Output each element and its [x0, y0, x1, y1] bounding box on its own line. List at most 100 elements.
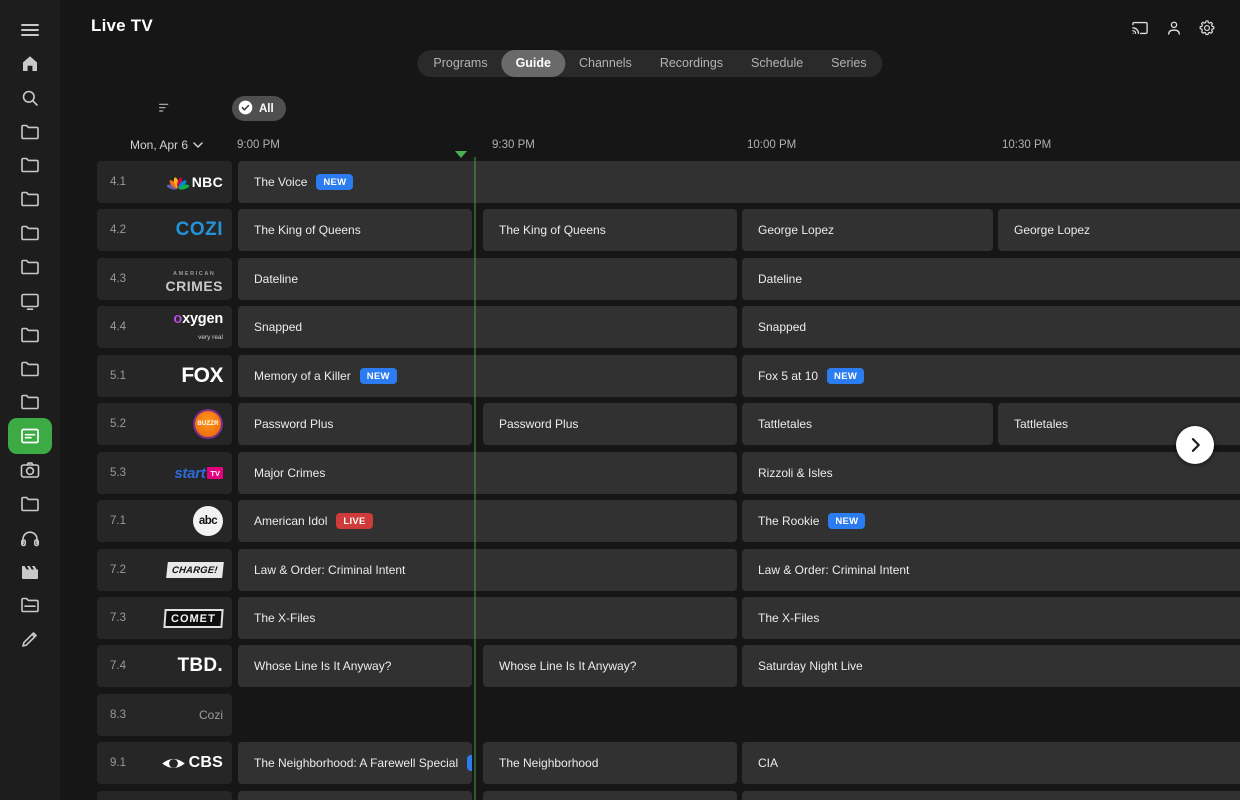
program-cell[interactable]	[483, 791, 737, 800]
scroll-right-button[interactable]	[1176, 426, 1214, 464]
sort-icon[interactable]	[156, 100, 174, 116]
program-cell[interactable]: Memory of a KillerNEW	[238, 355, 737, 397]
cast-icon[interactable]	[1129, 18, 1151, 38]
program-cell[interactable]: The RookieNEW	[742, 500, 1240, 542]
sidebar-item-live-tv[interactable]	[18, 424, 42, 448]
program-cell[interactable]: Law & Order: Criminal Intent	[742, 549, 1240, 591]
program-cell[interactable]: The Neighborhood	[483, 742, 737, 784]
program-cell[interactable]: The King of Queens	[238, 209, 472, 251]
sidebar-item-folder-3[interactable]	[18, 120, 42, 144]
tab-schedule[interactable]: Schedule	[737, 50, 817, 77]
channel-number: 7.1	[110, 515, 126, 527]
program-title: The Neighborhood	[499, 756, 598, 770]
program-cell[interactable]: Law & Order: Criminal Intent	[238, 549, 737, 591]
channel-cell-7.2[interactable]: 7.2CHARGE!	[97, 549, 232, 591]
program-title: Dateline	[254, 272, 298, 286]
time-label: 10:00 PM	[747, 139, 796, 151]
tab-recordings[interactable]: Recordings	[646, 50, 737, 77]
program-cell[interactable]: The VoiceNEW	[238, 161, 1240, 203]
channel-logo-comet: COMET	[164, 597, 223, 639]
program-title: Whose Line Is It Anyway?	[499, 659, 636, 673]
sidebar-item-pencil[interactable]	[18, 627, 42, 651]
program-cell[interactable]: Snapped	[238, 306, 737, 348]
channel-cell-4.4[interactable]: 4.4oxygenvery real	[97, 306, 232, 348]
time-label: 10:30 PM	[1002, 139, 1051, 151]
program-cell[interactable]: The Neighborhood: A Farewell SpecialNEW	[238, 742, 472, 784]
user-icon[interactable]	[1164, 18, 1184, 38]
tab-guide[interactable]: Guide	[502, 50, 565, 77]
program-cell[interactable]: Snapped	[742, 306, 1240, 348]
program-cell[interactable]: CIA	[742, 742, 1240, 784]
program-title: George Lopez	[758, 223, 834, 237]
program-title: Snapped	[254, 320, 302, 334]
sidebar-item-display[interactable]	[18, 289, 42, 313]
program-cell[interactable]: George Lopez	[742, 209, 993, 251]
channel-cell-8.3[interactable]: 8.3Cozi	[97, 694, 232, 736]
sidebar-item-folder-7[interactable]	[18, 255, 42, 279]
channel-cell-4.2[interactable]: 4.2COZI	[97, 209, 232, 251]
sidebar-item-folder-10[interactable]	[18, 357, 42, 381]
program-cell[interactable]	[238, 791, 472, 800]
sidebar-item-folder-4[interactable]	[18, 153, 42, 177]
program-cell[interactable]: Whose Line Is It Anyway?	[238, 645, 472, 687]
program-title: Major Crimes	[254, 466, 325, 480]
tab-channels[interactable]: Channels	[565, 50, 646, 77]
sidebar-item-folder-5[interactable]	[18, 187, 42, 211]
channel-cell-7.1[interactable]: 7.1abc	[97, 500, 232, 542]
sidebar-item-home[interactable]	[18, 52, 42, 76]
channel-cell-7.3[interactable]: 7.3 COMET	[97, 597, 232, 639]
sidebar-item-folder-11[interactable]	[18, 390, 42, 414]
program-title: Dateline	[758, 272, 802, 286]
channel-logo-starttv: startTV	[174, 452, 223, 494]
program-cell[interactable]: The X-Files	[742, 597, 1240, 639]
program-cell[interactable]: Tattletales	[742, 403, 993, 445]
sidebar-item-folder-9[interactable]	[18, 323, 42, 347]
program-cell[interactable]: Password Plus	[483, 403, 737, 445]
settings-gear-icon[interactable]	[1197, 18, 1217, 38]
program-cell[interactable]: Fox 5 at 10NEW	[742, 355, 1240, 397]
program-cell[interactable]: American IdolLIVE	[238, 500, 737, 542]
tab-series[interactable]: Series	[817, 50, 880, 77]
program-cell[interactable]: Rizzoli & Isles	[742, 452, 1240, 494]
channel-cell-4.3[interactable]: 4.3AMERICANCRIMES	[97, 258, 232, 300]
program-cell[interactable]: Password Plus	[238, 403, 472, 445]
chevron-down-icon	[193, 138, 203, 152]
program-cell[interactable]: Whose Line Is It Anyway?	[483, 645, 737, 687]
channel-cell-5.3[interactable]: 5.3 startTV	[97, 452, 232, 494]
channel-cell-7.4[interactable]: 7.4TBD.	[97, 645, 232, 687]
badge-new: NEW	[316, 174, 353, 190]
program-cell[interactable]: Saturday Night Live	[742, 645, 1240, 687]
program-cell[interactable]: Dateline	[742, 258, 1240, 300]
sidebar-item-headphones[interactable]	[18, 526, 42, 550]
program-cell[interactable]: Dateline	[238, 258, 737, 300]
program-cell[interactable]: Major Crimes	[238, 452, 737, 494]
channel-cell-4.1[interactable]: 4.1NBC	[97, 161, 232, 203]
program-cell[interactable]: George Lopez	[998, 209, 1240, 251]
channel-logo-text: TRUE	[190, 791, 223, 800]
program-cell[interactable]: The King of Queens	[483, 209, 737, 251]
filter-all-chip[interactable]: All	[232, 96, 286, 121]
sidebar-item-menu[interactable]	[18, 18, 42, 42]
channel-logo-tbd: TBD.	[177, 645, 223, 687]
sidebar-item-folder-6[interactable]	[18, 221, 42, 245]
badge-live: LIVE	[336, 513, 372, 529]
sidebar-item-movie[interactable]	[18, 560, 42, 584]
channel-number: 5.3	[110, 467, 126, 479]
sidebar-item-search[interactable]	[18, 86, 42, 110]
channel-cell-true[interactable]: TRUE	[97, 791, 232, 800]
program-title: The King of Queens	[254, 223, 361, 237]
program-cell[interactable]: The X-Files	[238, 597, 737, 639]
channel-number: 7.3	[110, 612, 126, 624]
channel-logo-buzzr: BUZZR	[193, 403, 223, 445]
channel-cell-5.2[interactable]: 5.2BUZZR	[97, 403, 232, 445]
channel-number: 4.1	[110, 176, 126, 188]
sidebar-item-camera[interactable]	[18, 458, 42, 482]
program-title: Rizzoli & Isles	[758, 466, 833, 480]
tab-programs[interactable]: Programs	[419, 50, 501, 77]
date-picker[interactable]: Mon, Apr 6	[130, 138, 203, 152]
sidebar-item-folder-14[interactable]	[18, 492, 42, 516]
channel-cell-5.1[interactable]: 5.1FOX	[97, 355, 232, 397]
program-cell[interactable]	[742, 791, 1240, 800]
channel-cell-9.1[interactable]: 9.1CBS	[97, 742, 232, 784]
sidebar-item-folder-docs-17[interactable]	[18, 593, 42, 617]
